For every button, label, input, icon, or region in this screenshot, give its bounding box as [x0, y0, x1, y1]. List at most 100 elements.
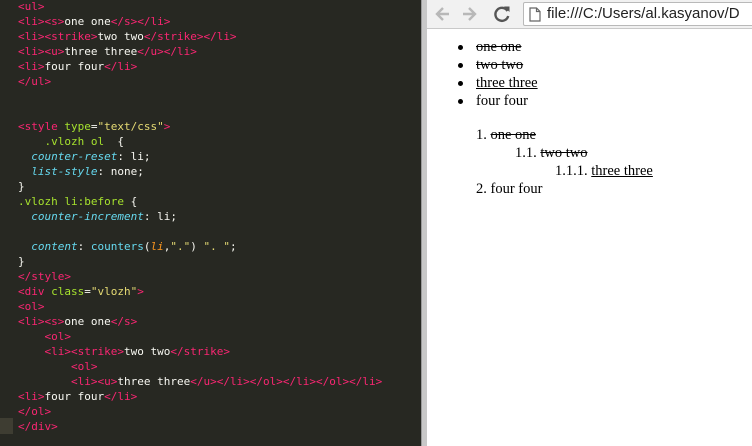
bullet-item: one one [427, 38, 538, 56]
code-line: <li><strike>two two</strike></li> [18, 29, 382, 44]
code-token: </li> [104, 390, 138, 403]
code-token: : none; [97, 165, 144, 178]
page-icon [529, 7, 541, 22]
bullet-item-text: one one [476, 39, 522, 55]
code-line: </ul> [18, 74, 382, 89]
code-line: counter-increment: li; [18, 209, 382, 224]
code-token: : li; [117, 150, 151, 163]
code-token: <ol> [44, 330, 72, 343]
code-line: <ol> [18, 329, 382, 344]
code-line: content: counters(li,".") ". "; [18, 239, 382, 254]
code-line: <li>four four</li> [18, 59, 382, 74]
bullet-item-text: four four [476, 93, 528, 109]
ordered-item-number: 1.1. [515, 145, 541, 161]
ordered-item: 2. four four [427, 180, 653, 198]
code-editor[interactable]: <ul> <li><s>one one</s></li> <li><strike>t… [0, 0, 421, 446]
code-token: class [51, 285, 85, 298]
ordered-item-number: 1.1.1. [555, 163, 592, 179]
code-token: <li><s> [18, 15, 65, 28]
forward-arrow-icon[interactable] [459, 4, 479, 24]
ordered-item-text: two two [540, 145, 588, 161]
code-token: ) [190, 240, 204, 253]
code-line: <li>four four</li> [18, 389, 382, 404]
code-token: ". " [203, 240, 230, 253]
code-token: three three [64, 45, 138, 58]
code-line: <div class="vlozh"> [18, 284, 382, 299]
code-token: <ul> [18, 0, 45, 13]
url-text: file:///C:/Users/al.kasyanov/D [547, 5, 740, 22]
code-line: <ol> [18, 299, 382, 314]
address-bar[interactable]: file:///C:/Users/al.kasyanov/D [523, 2, 752, 26]
code-token: </li> [104, 60, 138, 73]
code-text[interactable]: <ul> <li><s>one one</s></li> <li><strike>t… [18, 0, 382, 434]
code-token: type [64, 120, 91, 133]
page-content: one one two two three three four four 1. on… [427, 29, 752, 446]
code-line: .vlozh ol { [18, 134, 382, 149]
ordered-item-number: 1. [476, 127, 491, 143]
code-token: one one [64, 315, 111, 328]
bullet-item-text: two two [476, 57, 524, 73]
code-token: two two [97, 30, 144, 43]
code-line: <ul> [18, 0, 382, 14]
code-token: </style> [18, 270, 71, 283]
code-token: <li><u> [18, 45, 65, 58]
code-token: .vlozh ol [44, 135, 105, 148]
ordered-item-text: one one [490, 127, 537, 143]
code-line: .vlozh li:before { [18, 194, 382, 209]
code-token: <li> [18, 60, 45, 73]
code-token: two two [123, 345, 171, 358]
browser-window: file:///C:/Users/al.kasyanov/D one one tw… [427, 0, 752, 446]
code-token: ; [229, 240, 237, 253]
code-token: </strike></li> [143, 30, 237, 43]
ordered-item: 1. one one [427, 126, 653, 144]
code-token: counters [90, 240, 144, 253]
code-token: counter-increment [31, 210, 144, 223]
code-line: </div> [18, 419, 382, 434]
ordered-item: 1.1.1. three three [427, 162, 653, 180]
code-token: } [18, 180, 25, 193]
code-line: </ol> [18, 404, 382, 419]
code-line: } [18, 179, 382, 194]
code-token: four four [44, 390, 105, 403]
code-token: } [18, 255, 25, 268]
bullet-item: two two [427, 56, 538, 74]
code-token: counter-reset [31, 150, 118, 163]
code-line: <li><strike>two two</strike> [18, 344, 382, 359]
back-arrow-icon[interactable] [433, 4, 453, 24]
code-line: } [18, 254, 382, 269]
code-token: > [137, 285, 144, 298]
code-token: : li; [143, 210, 177, 223]
code-token: "." [170, 240, 191, 253]
code-token: > [163, 120, 171, 133]
code-token: "vlozh" [90, 285, 138, 298]
code-token: <li><strike> [18, 30, 98, 43]
code-token: list-style [31, 165, 98, 178]
reload-icon[interactable] [492, 4, 512, 24]
code-token: .vlozh li:before [18, 195, 124, 208]
code-token: three three [117, 375, 191, 388]
code-token: </div> [18, 420, 58, 433]
ordered-item-number: 2. [476, 181, 491, 197]
ordered-list: 1. one one 1.1. two two 1.1.1. three three… [427, 126, 653, 198]
code-token: <style [18, 120, 65, 133]
code-line: <li><u>three three</u></li></ol></li></o… [18, 374, 382, 389]
code-token: { [123, 195, 138, 208]
code-line: <ol> [18, 359, 382, 374]
ordered-item-text: three three [591, 163, 653, 179]
code-line: <li><s>one one</s></li> [18, 14, 382, 29]
code-token: <li><u> [70, 375, 118, 388]
bullet-item: four four [427, 92, 538, 110]
code-token: four four [44, 60, 105, 73]
code-token: one one [64, 15, 111, 28]
ordered-item-text: four four [490, 181, 543, 197]
